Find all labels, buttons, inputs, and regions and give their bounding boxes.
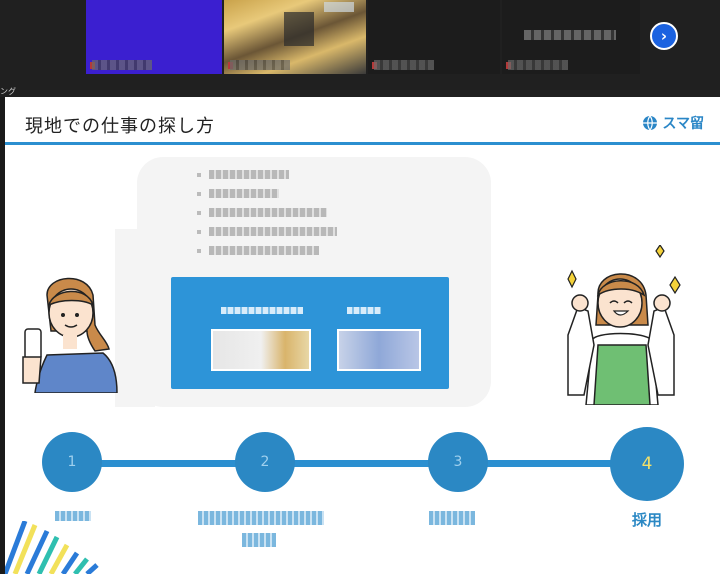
step-number: 4	[641, 454, 653, 474]
participant-name-label	[230, 60, 290, 70]
shared-slide: 現地での仕事の探し方 スマ留 1 2 3 4 採用	[5, 97, 720, 574]
participant-video-tile[interactable]	[368, 0, 500, 74]
step-2-label	[198, 511, 324, 525]
participant-video-tile[interactable]	[224, 0, 366, 74]
job-site-panel	[171, 277, 449, 389]
job-site-mockup	[115, 157, 491, 407]
feature-list	[197, 165, 337, 260]
participant-name-label	[374, 60, 434, 70]
brand-name: スマ留	[662, 116, 704, 132]
step-1-circle: 1	[42, 432, 102, 492]
step-number: 3	[453, 454, 463, 470]
step-3-circle: 3	[428, 432, 488, 492]
participant-name-label	[92, 60, 152, 70]
participant-video-tile[interactable]	[86, 0, 222, 74]
participant-video-tile[interactable]	[502, 0, 640, 74]
woman-with-phone-illustration	[22, 277, 118, 393]
step-number: 1	[67, 454, 77, 470]
next-participants-button[interactable]: ›	[650, 22, 678, 50]
step-2-label-line2	[242, 533, 276, 547]
step-4-label: 採用	[631, 511, 662, 529]
globe-icon	[643, 115, 658, 131]
step-number: 2	[260, 454, 270, 470]
slide-header: 現地での仕事の探し方 スマ留	[5, 97, 720, 145]
site-screenshot	[211, 329, 311, 371]
step-progress-line	[65, 460, 650, 467]
decorative-stripes	[5, 521, 101, 574]
participant-display-name	[524, 30, 616, 40]
slide-title: 現地での仕事の探し方	[25, 116, 215, 137]
participant-name-label	[508, 60, 568, 70]
step-3-label	[429, 511, 475, 525]
chevron-right-icon: ›	[660, 27, 668, 45]
step-2-circle: 2	[235, 432, 295, 492]
happy-woman-illustration	[567, 245, 681, 405]
site-screenshot	[337, 329, 421, 371]
participant-video-strip: › ング	[0, 0, 720, 97]
brand-logo: スマ留	[642, 113, 704, 133]
meeting-label: ング	[0, 87, 16, 96]
step-4-circle: 4	[610, 427, 684, 501]
